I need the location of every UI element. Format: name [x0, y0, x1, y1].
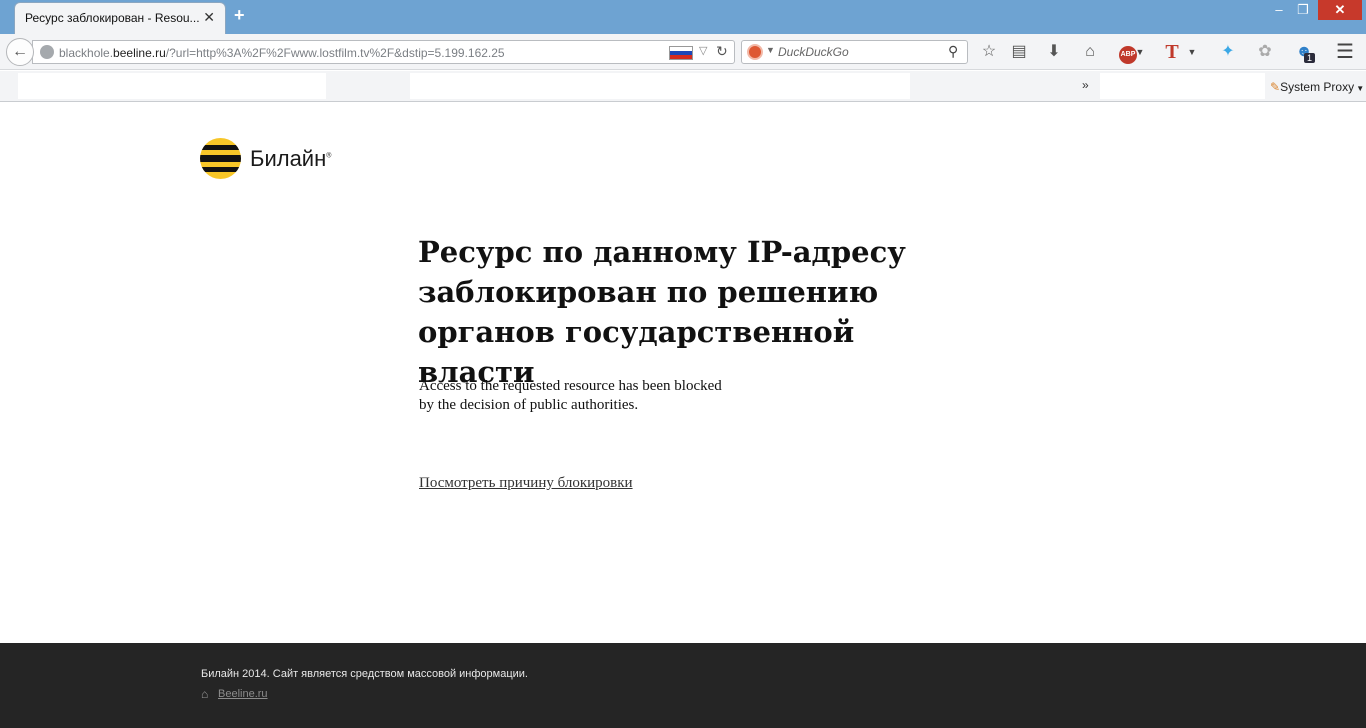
paw-icon[interactable]: ✿ — [1253, 40, 1277, 64]
tab-close-icon[interactable]: ✕ — [203, 9, 215, 26]
home-icon[interactable]: ⌂ — [1078, 40, 1102, 64]
page-content: Билайн® Ресурс по данному IP-адресу забл… — [0, 102, 1366, 643]
url-prefix: blackhole. — [59, 46, 114, 60]
title-bar: Ресурс заблокирован - Resou... ✕ + ‒ ❐ ✕ — [0, 0, 1366, 34]
url-bar[interactable]: blackhole.beeline.ru/?url=http%3A%2F%2Fw… — [32, 40, 735, 64]
bookmark-item[interactable] — [410, 73, 910, 99]
beeline-logo[interactable]: Билайн® — [200, 138, 360, 180]
url-path: /?url=http%3A%2F%2Fwww.lostfilm.tv%2F&ds… — [165, 46, 505, 60]
reload-icon[interactable]: ↻ — [716, 43, 728, 60]
ghostery-badge: 1 — [1304, 53, 1316, 63]
search-engine-dropdown-icon[interactable]: ▼ — [766, 45, 775, 55]
logo-wordmark: Билайн — [250, 146, 327, 171]
bookmarks-overflow-button[interactable]: » — [1082, 78, 1089, 92]
logo-registered-mark: ® — [326, 152, 332, 160]
tab-active[interactable]: Ресурс заблокирован - Resou... ✕ — [14, 2, 226, 34]
t-dropdown-icon[interactable]: ▼ — [1186, 40, 1198, 64]
duckduckgo-icon[interactable] — [747, 44, 763, 60]
search-bar[interactable]: ▼ ⚲ — [741, 40, 968, 64]
bookmarks-toolbar: » ✎System Proxy ▼ — [0, 71, 1366, 102]
block-headline: Ресурс по данному IP-адресу заблокирован… — [418, 235, 906, 389]
chevron-down-icon: ▼ — [1354, 84, 1365, 93]
restore-button[interactable]: ❐ — [1292, 0, 1314, 20]
footer: Билайн 2014. Сайт является средством мас… — [0, 643, 1366, 728]
russia-flag-icon[interactable] — [669, 46, 693, 60]
block-description-line: Access to the requested resource has bee… — [419, 378, 722, 394]
system-proxy-label: System Proxy — [1280, 80, 1355, 94]
footer-beeline-link[interactable]: Beeline.ru — [218, 688, 268, 700]
download-icon[interactable]: ⬇ — [1042, 40, 1066, 64]
back-button[interactable]: ← — [6, 38, 34, 66]
adblock-dropdown-icon[interactable]: ▼ — [1134, 40, 1146, 64]
twitter-icon[interactable]: ✦ — [1216, 40, 1240, 64]
beeline-ball-icon — [200, 138, 241, 179]
reader-icon[interactable]: ▤ — [1007, 40, 1031, 64]
bookmark-item[interactable] — [18, 73, 326, 99]
back-icon: ← — [12, 43, 28, 60]
view-block-reason-link[interactable]: Посмотреть причину блокировки — [419, 475, 633, 492]
minimize-button[interactable]: ‒ — [1268, 0, 1290, 20]
t-icon[interactable]: T — [1160, 40, 1184, 64]
footer-text: Билайн 2014. Сайт является средством мас… — [201, 668, 528, 680]
new-tab-button[interactable]: + — [234, 5, 245, 26]
globe-icon — [40, 45, 54, 59]
url-host: beeline.ru — [113, 46, 166, 60]
tab-title: Ресурс заблокирован - Resou... — [25, 11, 200, 25]
home-icon: ⌂ — [201, 687, 209, 701]
bookmark-star-icon[interactable]: ☆ — [977, 40, 1001, 64]
block-description: Access to the requested resource has bee… — [419, 377, 779, 415]
menu-icon[interactable]: ☰ — [1333, 40, 1357, 64]
close-window-button[interactable]: ✕ — [1318, 0, 1362, 20]
proxy-icon: ✎ — [1270, 80, 1281, 94]
system-proxy-button[interactable]: ✎System Proxy ▼ — [1270, 80, 1364, 94]
url-dropdown-icon[interactable]: ▽ — [699, 44, 707, 57]
url-text[interactable]: blackhole.beeline.ru/?url=http%3A%2F%2Fw… — [59, 46, 505, 60]
block-description-line: by the decision of public authorities. — [419, 397, 639, 413]
search-input[interactable] — [778, 44, 943, 60]
bookmark-item[interactable] — [1100, 73, 1265, 99]
search-icon[interactable]: ⚲ — [948, 43, 958, 60]
logo-text: Билайн® — [250, 146, 331, 172]
